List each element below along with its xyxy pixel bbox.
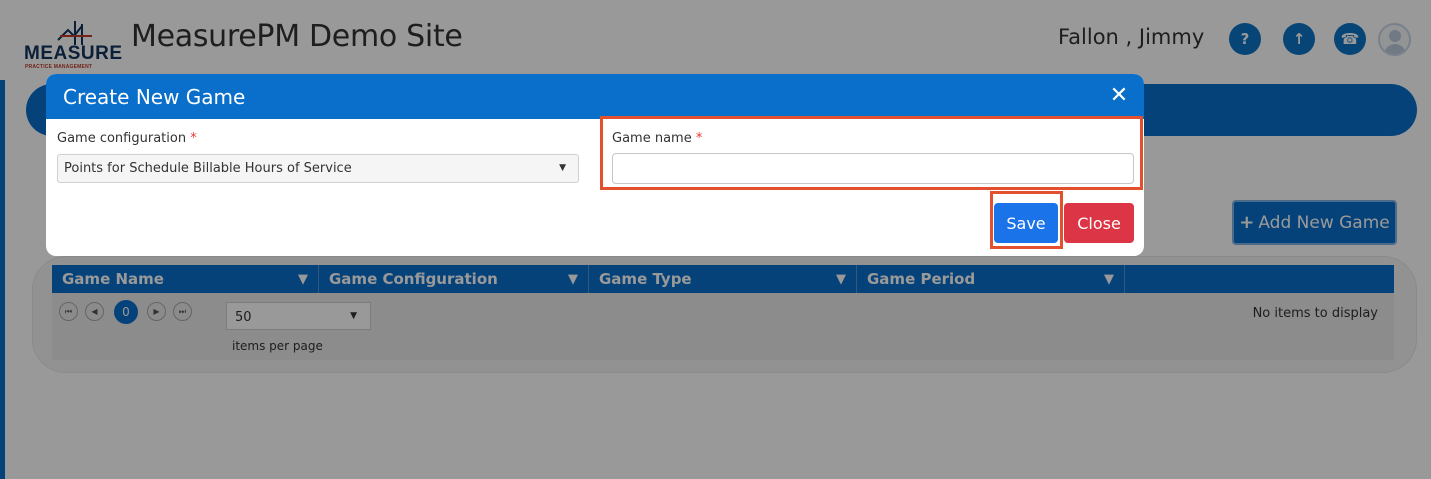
game-configuration-value: Points for Schedule Billable Hours of Se… <box>64 161 352 176</box>
close-button[interactable]: Close <box>1064 203 1134 243</box>
close-icon[interactable]: ✕ <box>1108 83 1130 108</box>
game-configuration-label-text: Game configuration <box>57 131 187 146</box>
modal-title: Create New Game <box>63 85 246 109</box>
game-configuration-label: Game configuration * <box>57 131 197 146</box>
required-marker: * <box>190 131 197 146</box>
chevron-down-icon: ▼ <box>559 163 566 173</box>
game-configuration-select[interactable]: Points for Schedule Billable Hours of Se… <box>57 154 579 183</box>
modal-header: Create New Game ✕ <box>46 74 1144 119</box>
create-game-modal: Create New Game ✕ Game configuration * P… <box>46 74 1144 256</box>
game-name-highlight <box>600 116 1143 190</box>
save-button-highlight <box>990 191 1063 249</box>
